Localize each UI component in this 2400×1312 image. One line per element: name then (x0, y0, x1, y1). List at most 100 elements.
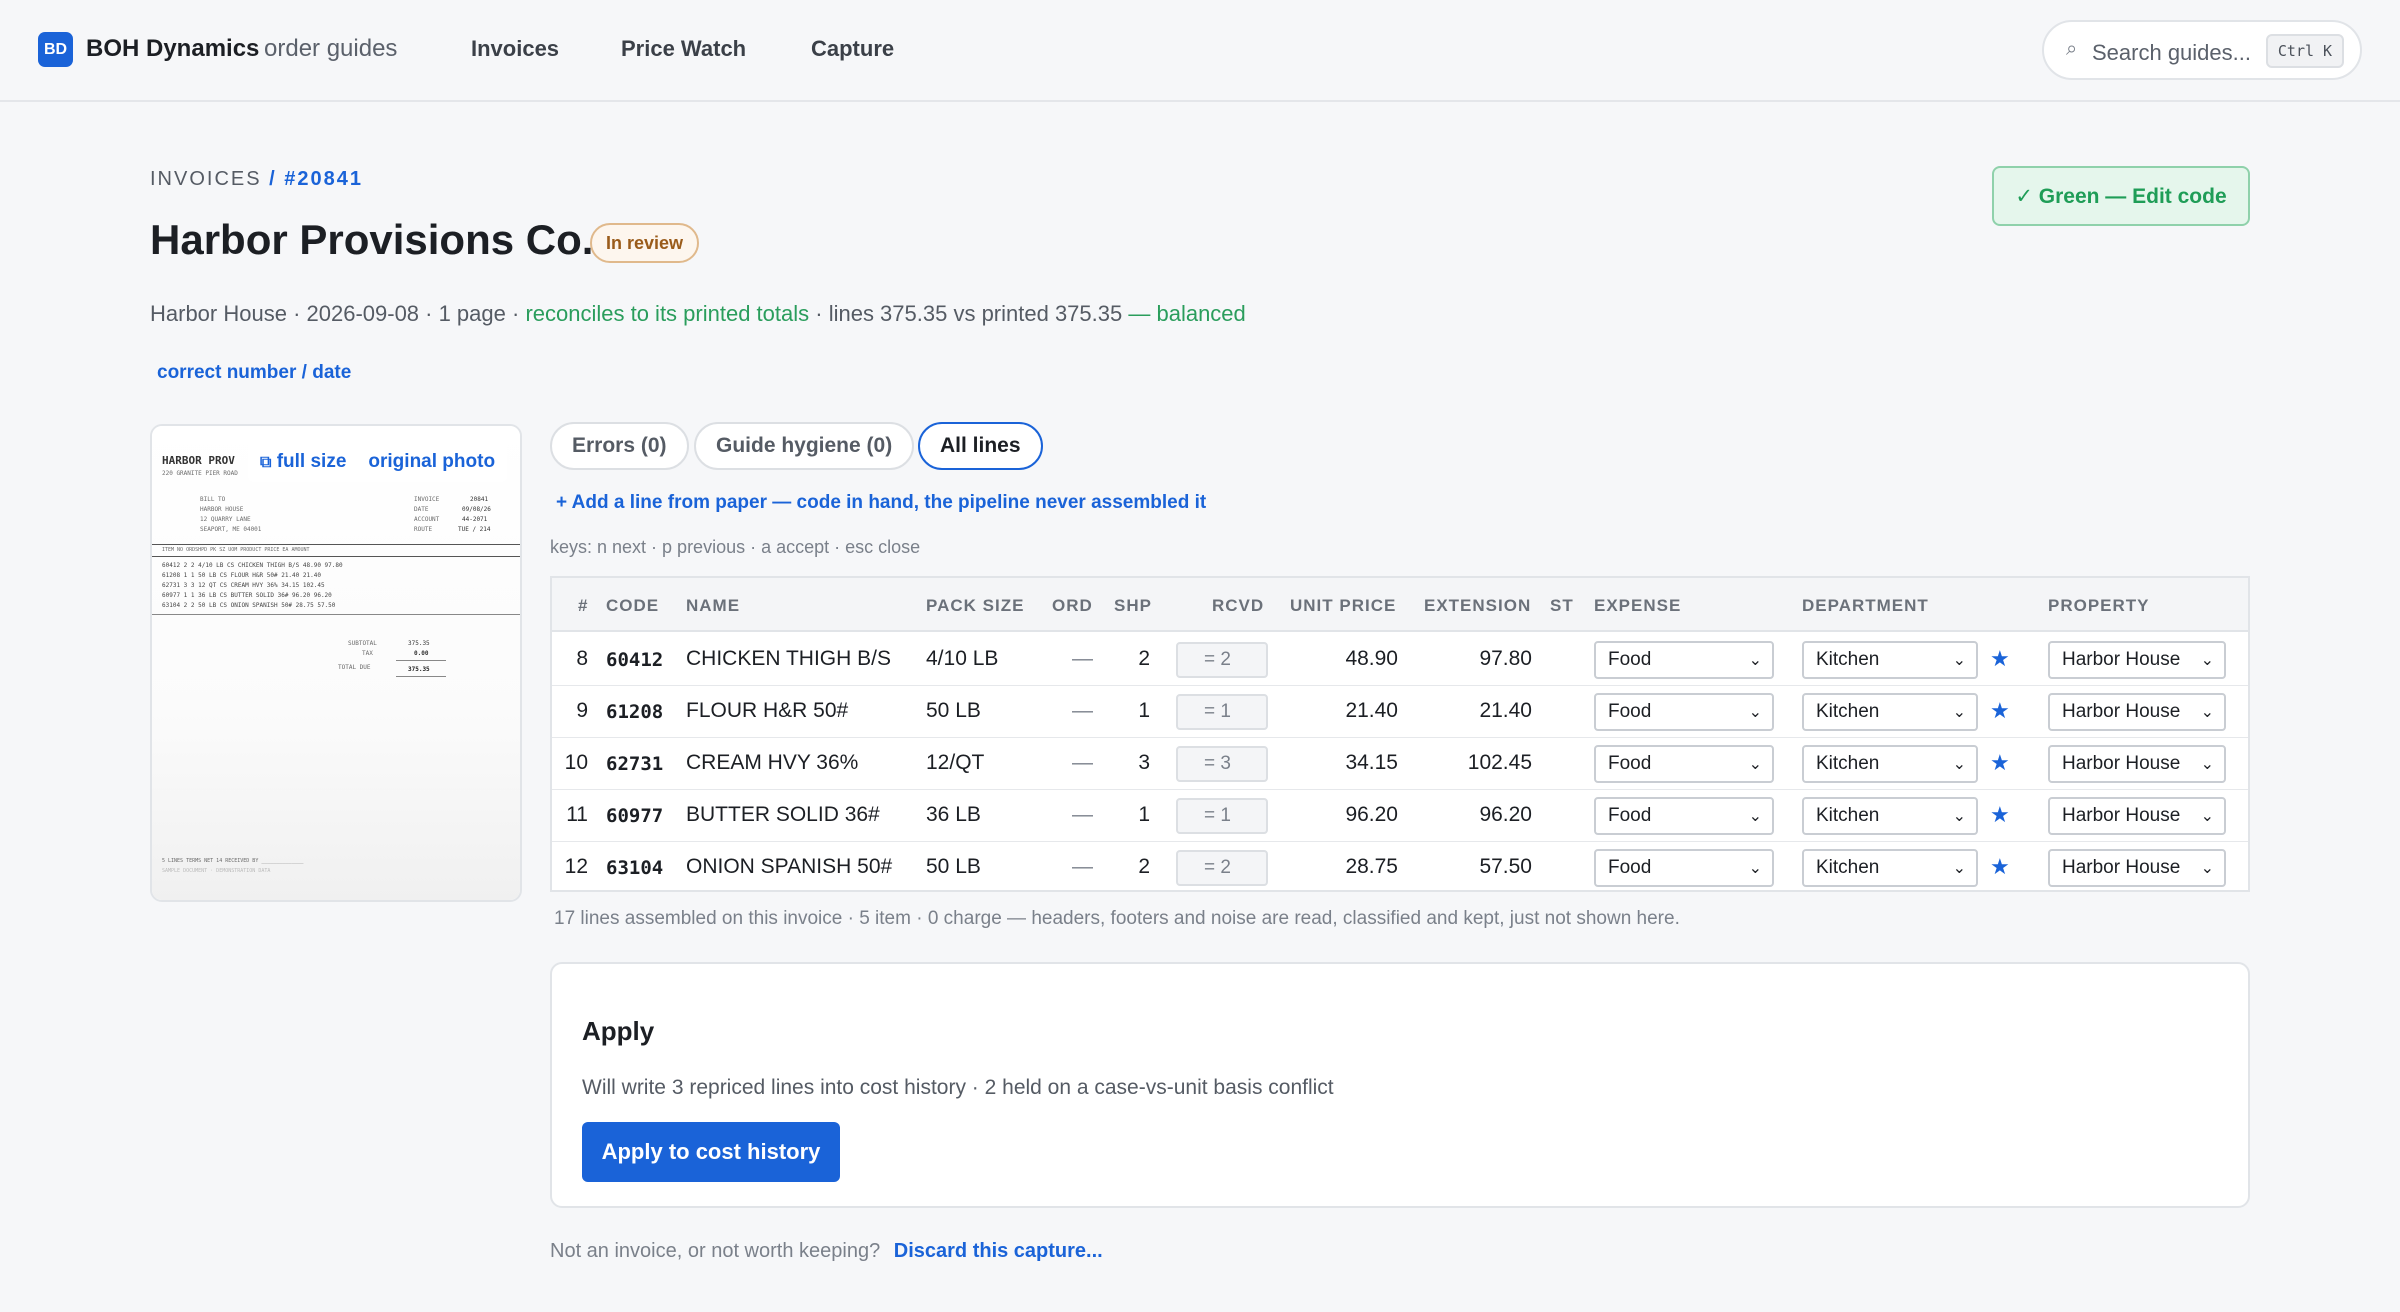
expense-select[interactable]: Food ⌄ (1594, 693, 1774, 731)
original-photo-link[interactable]: original photo (368, 451, 495, 473)
chevron-down-icon: ⌄ (2200, 808, 2214, 825)
expense-value: Food (1608, 701, 1652, 722)
star-icon[interactable]: ★ (1990, 698, 2010, 724)
paper-line: 63104 2 2 50 LB CS ONION SPANISH 50# 28.… (162, 602, 336, 609)
breadcrumb: INVOICES / #20841 (150, 168, 363, 191)
nav-capture[interactable]: Capture (811, 36, 894, 62)
table-row[interactable]: 12 63104 ONION SPANISH 50# 50 LB — 2 = 2 28.75 5… (552, 842, 2248, 894)
invoice-thumbnail[interactable]: HARBOR PROV 220 GRANITE PIER ROAD BILL T… (150, 424, 522, 902)
property-value: Harbor House (2062, 753, 2181, 774)
extension: 21.40 (1479, 699, 1532, 722)
full-size-link[interactable]: ⧉ full size (260, 451, 346, 473)
chevron-down-icon: ⌄ (1748, 756, 1762, 773)
apply-to-cost-history-button[interactable]: Apply to cost history (582, 1122, 840, 1182)
department-select[interactable]: Kitchen ⌄ (1802, 641, 1978, 679)
item-name: CREAM HVY 36% (686, 751, 859, 774)
paper-total-value: 375.35 (408, 640, 430, 647)
rcvd-input[interactable]: = 2 (1176, 850, 1268, 886)
col-shp: SHP (1114, 596, 1152, 615)
unit-price: 21.40 (1345, 699, 1398, 722)
rcvd-input[interactable]: = 1 (1176, 694, 1268, 730)
property-select[interactable]: Harbor House ⌄ (2048, 693, 2226, 731)
breadcrumb-section[interactable]: INVOICES (150, 168, 262, 190)
nav-invoices[interactable]: Invoices (471, 36, 559, 62)
correct-number-date-link[interactable]: correct number / date (157, 362, 351, 384)
brand-logo[interactable]: BD (38, 32, 73, 67)
star-icon[interactable]: ★ (1990, 750, 2010, 776)
paper-rule (396, 660, 446, 661)
pack-size: 4/10 LB (926, 647, 999, 670)
paper-footer: SAMPLE DOCUMENT · DEMONSTRATION DATA (162, 868, 271, 874)
table-row[interactable]: 8 60412 CHICKEN THIGH B/S 4/10 LB — 2 = 2 48.90… (552, 634, 2248, 686)
rcvd-input[interactable]: = 1 (1176, 798, 1268, 834)
paper-rule (396, 676, 446, 677)
department-value: Kitchen (1816, 805, 1880, 826)
chevron-down-icon: ⌄ (1748, 808, 1762, 825)
property-value: Harbor House (2062, 805, 2181, 826)
expense-select[interactable]: Food ⌄ (1594, 849, 1774, 887)
nav-price-watch[interactable]: Price Watch (621, 36, 746, 62)
department-select[interactable]: Kitchen ⌄ (1802, 797, 1978, 835)
paper-line: 60977 1 1 36 LB CS BUTTER SOLID 36# 96.2… (162, 592, 332, 599)
col-ord: ORD (1052, 596, 1093, 615)
paper-total-label: TOTAL DUE (338, 664, 371, 671)
chevron-down-icon: ⌄ (1748, 652, 1762, 669)
add-line-link[interactable]: + Add a line from paper — code in hand, … (556, 492, 1206, 514)
tab-all-lines[interactable]: All lines (918, 422, 1043, 470)
table-row[interactable]: 9 61208 FLOUR H&R 50# 50 LB — 1 = 1 21.40 21.40 F… (552, 686, 2248, 738)
brand-name[interactable]: BOH Dynamics (86, 35, 259, 63)
table-row[interactable]: 10 62731 CREAM HVY 36% 12/QT — 3 = 3 34.15 102.4… (552, 738, 2248, 790)
extension: 96.20 (1479, 803, 1532, 826)
invoice-paper-preview: HARBOR PROV 220 GRANITE PIER ROAD BILL T… (152, 426, 520, 900)
discard-capture-link[interactable]: Discard this capture... (894, 1240, 1103, 1262)
department-select[interactable]: Kitchen ⌄ (1802, 745, 1978, 783)
property-select[interactable]: Harbor House ⌄ (2048, 745, 2226, 783)
unit-price: 28.75 (1345, 855, 1398, 878)
invoice-lines-table: # CODE NAME PACK SIZE ORD SHP RCVD UNIT … (550, 576, 2250, 892)
expense-select[interactable]: Food ⌄ (1594, 641, 1774, 679)
search-input[interactable]: ⌕ Search guides... Ctrl K (2042, 20, 2362, 80)
expense-select[interactable]: Food ⌄ (1594, 797, 1774, 835)
item-name: BUTTER SOLID 36# (686, 803, 880, 826)
page-title: Harbor Provisions Co. (150, 216, 594, 263)
department-value: Kitchen (1816, 649, 1880, 670)
table-row[interactable]: 11 60977 BUTTER SOLID 36# 36 LB — 1 = 1 96.20 96… (552, 790, 2248, 842)
property-select[interactable]: Harbor House ⌄ (2048, 641, 2226, 679)
expense-value: Food (1608, 857, 1652, 878)
star-icon[interactable]: ★ (1990, 854, 2010, 880)
ord-qty: — (1072, 647, 1093, 670)
tab-guide-hygiene[interactable]: Guide hygiene (0) (694, 422, 915, 470)
breadcrumb-separator: / (269, 168, 277, 190)
apply-title: Apply (582, 1016, 655, 1046)
chevron-down-icon: ⌄ (1952, 652, 1966, 669)
rcvd-input[interactable]: = 3 (1176, 746, 1268, 782)
extension: 102.45 (1467, 751, 1532, 774)
department-select[interactable]: Kitchen ⌄ (1802, 849, 1978, 887)
expense-select[interactable]: Food ⌄ (1594, 745, 1774, 783)
item-name: FLOUR H&R 50# (686, 699, 849, 722)
shp-qty: 3 (1138, 751, 1150, 774)
status-badge: In review (590, 223, 700, 263)
assembled-note: 17 lines assembled on this invoice · 5 i… (554, 908, 1680, 929)
property-select[interactable]: Harbor House ⌄ (2048, 797, 2226, 835)
property-select[interactable]: Harbor House ⌄ (2048, 849, 2226, 887)
tab-errors[interactable]: Errors (0) (550, 422, 689, 470)
col-rcvd: RCVD (1212, 596, 1265, 615)
col-pack-size: PACK SIZE (926, 596, 1025, 615)
rcvd-input[interactable]: = 2 (1176, 642, 1268, 678)
star-icon[interactable]: ★ (1990, 802, 2010, 828)
edit-code-button[interactable]: ✓ Green — Edit code (1992, 166, 2250, 226)
item-name: CHICKEN THIGH B/S (686, 647, 891, 670)
row-number: 12 (564, 855, 588, 878)
row-number: 10 (564, 751, 588, 774)
item-code: 62731 (606, 753, 664, 775)
paper-line: 62731 3 3 12 QT CS CREAM HVY 36% 34.15 1… (162, 582, 325, 589)
thumbnail-actions: ⧉ full size original photo (248, 442, 508, 482)
paper-field-value: 44-2071 (462, 516, 488, 523)
department-value: Kitchen (1816, 701, 1880, 722)
department-select[interactable]: Kitchen ⌄ (1802, 693, 1978, 731)
star-icon[interactable]: ★ (1990, 646, 2010, 672)
search-placeholder: Search guides... (2092, 40, 2251, 65)
shp-qty: 2 (1138, 647, 1150, 670)
table-header: # CODE NAME PACK SIZE ORD SHP RCVD UNIT … (552, 578, 2248, 632)
